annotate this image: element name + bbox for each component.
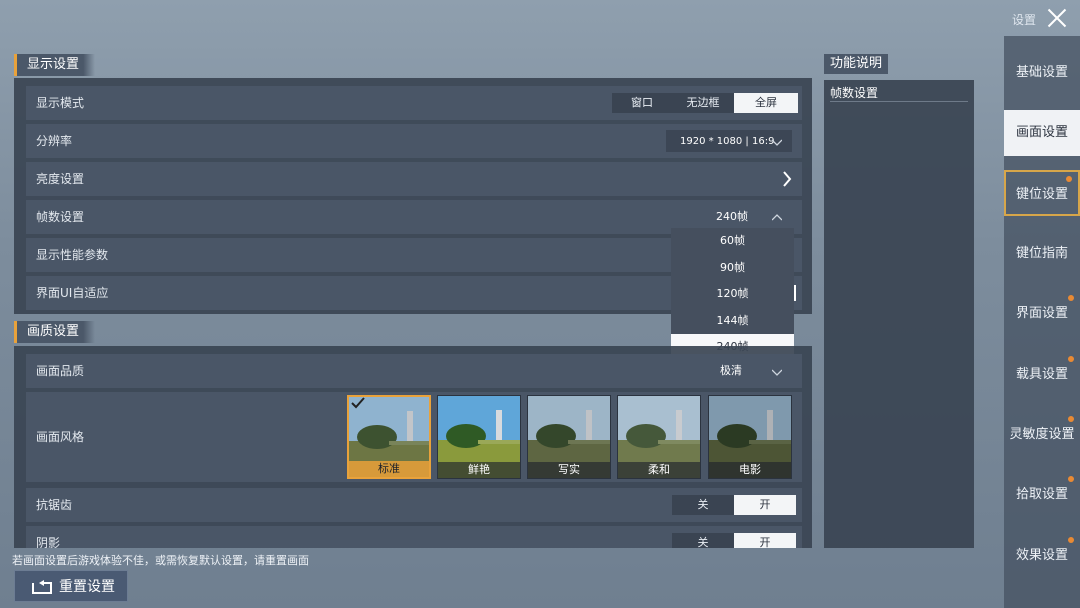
fps-option[interactable]: 60帧: [671, 228, 794, 255]
sidebar-item-label: 键位设置: [1015, 187, 1068, 202]
graphics-quality-value: 极清: [720, 364, 742, 377]
sidebar-item-effects[interactable]: 效果设置: [1004, 533, 1080, 579]
shadow-on-option[interactable]: 开: [734, 533, 796, 548]
sidebar-item-pickup[interactable]: 拾取设置: [1004, 472, 1080, 518]
fps-option[interactable]: 120帧: [671, 281, 794, 308]
reset-label: 重置设置: [59, 579, 115, 595]
style-vivid-thumb[interactable]: 鲜艳: [437, 395, 521, 479]
perf-params-label: 显示性能参数: [36, 248, 109, 262]
sidebar-item-label: 基础设置: [1015, 65, 1068, 80]
resolution-value: 1920 * 1080 | 16:9: [680, 136, 775, 147]
shadow-label: 阴影: [36, 536, 61, 548]
style-realistic-label: 写实: [528, 462, 610, 478]
checkmark-icon: [351, 397, 365, 409]
fps-option[interactable]: 90帧: [671, 255, 794, 282]
style-cinema-label: 电影: [709, 462, 791, 478]
notification-dot: [1068, 356, 1074, 362]
shadow-row: 阴影 关 开: [26, 526, 802, 548]
chevron-right-icon[interactable]: [782, 171, 792, 187]
style-soft-label: 柔和: [618, 462, 700, 478]
brightness-label: 亮度设置: [36, 172, 85, 186]
style-soft-thumb[interactable]: 柔和: [617, 395, 701, 479]
chevron-down-icon: [772, 369, 782, 376]
sidebar-item-basic[interactable]: 基础设置: [1004, 50, 1080, 96]
brightness-row[interactable]: 亮度设置: [26, 162, 802, 196]
antialias-off-option[interactable]: 关: [672, 495, 734, 515]
style-standard-thumb[interactable]: 标准: [347, 395, 431, 479]
style-realistic-thumb[interactable]: 写实: [527, 395, 611, 479]
notification-dot: [1068, 537, 1074, 543]
quality-section-header: 画质设置: [14, 321, 96, 343]
chevron-down-icon: [772, 139, 782, 146]
graphics-quality-row: 画面品质 极清: [26, 354, 802, 388]
sidebar-item-label: 载具设置: [1015, 367, 1068, 382]
sidebar-item-keys[interactable]: 键位设置: [1004, 170, 1080, 216]
mode-window-option[interactable]: 窗口: [612, 93, 672, 113]
ui-adapt-label: 界面UI自适应: [36, 286, 109, 300]
sidebar-item-key-guide[interactable]: 键位指南: [1004, 231, 1080, 277]
sidebar-item-graphics[interactable]: 画面设置: [1004, 110, 1080, 156]
fps-label: 帧数设置: [36, 210, 85, 224]
style-vivid-label: 鲜艳: [438, 462, 520, 478]
reset-icon: [32, 580, 52, 594]
sidebar-item-label: 拾取设置: [1015, 487, 1068, 502]
notification-dot: [1068, 476, 1074, 482]
fps-value: 240帧: [716, 210, 748, 223]
fps-dropdown[interactable]: 240帧: [670, 206, 792, 228]
antialias-label: 抗锯齿: [36, 498, 73, 512]
fps-option[interactable]: 144帧: [671, 308, 794, 335]
sidebar-item-label: 画面设置: [1015, 125, 1068, 140]
notification-dot: [1066, 176, 1072, 182]
style-cinema-thumb[interactable]: 电影: [708, 395, 792, 479]
sidebar-item-interface[interactable]: 界面设置: [1004, 291, 1080, 337]
sidebar-item-label: 界面设置: [1015, 306, 1068, 321]
antialias-switch: 关 开: [672, 495, 796, 515]
function-title: 功能说明: [824, 54, 888, 74]
style-standard-label: 标准: [349, 461, 429, 477]
display-mode-row: 显示模式 窗口 无边框 全屏: [26, 86, 802, 120]
resolution-label: 分辨率: [36, 134, 73, 148]
reset-tip: 若画面设置后游戏体验不佳，或需恢复默认设置，请重置画面: [12, 554, 309, 567]
fps-options-list: 60帧 90帧 120帧 144帧 240帧: [671, 228, 794, 361]
close-icon[interactable]: [1044, 6, 1070, 30]
function-subtitle: 帧数设置: [830, 84, 968, 102]
sidebar-item-sensitivity[interactable]: 灵敏度设置: [1004, 412, 1080, 458]
notification-dot: [1068, 416, 1074, 422]
display-mode-switch: 窗口 无边框 全屏: [612, 93, 798, 113]
sidebar-item-label: 灵敏度设置: [1009, 427, 1075, 442]
mode-borderless-option[interactable]: 无边框: [672, 93, 734, 113]
resolution-row: 分辨率 1920 * 1080 | 16:9: [26, 124, 802, 158]
graphics-quality-dropdown[interactable]: 极清: [670, 360, 792, 382]
function-panel: [824, 80, 974, 548]
resolution-dropdown[interactable]: 1920 * 1080 | 16:9: [666, 130, 792, 152]
reset-button[interactable]: 重置设置: [14, 570, 128, 602]
display-mode-label: 显示模式: [36, 96, 85, 110]
graphics-style-label: 画面风格: [36, 430, 85, 444]
antialias-on-option[interactable]: 开: [734, 495, 796, 515]
graphics-quality-label: 画面品质: [36, 364, 85, 378]
shadow-off-option[interactable]: 关: [672, 533, 734, 548]
shadow-switch: 关 开: [672, 533, 796, 548]
display-section-header: 显示设置: [14, 54, 96, 76]
mode-fullscreen-option[interactable]: 全屏: [734, 93, 798, 113]
notification-dot: [1068, 295, 1074, 301]
antialias-row: 抗锯齿 关 开: [26, 488, 802, 522]
sidebar-item-label: 键位指南: [1015, 246, 1068, 261]
sidebar-item-vehicle[interactable]: 载具设置: [1004, 352, 1080, 398]
sidebar-item-label: 效果设置: [1015, 548, 1068, 563]
settings-title: 设置: [1012, 13, 1037, 27]
chevron-up-icon: [772, 214, 782, 221]
